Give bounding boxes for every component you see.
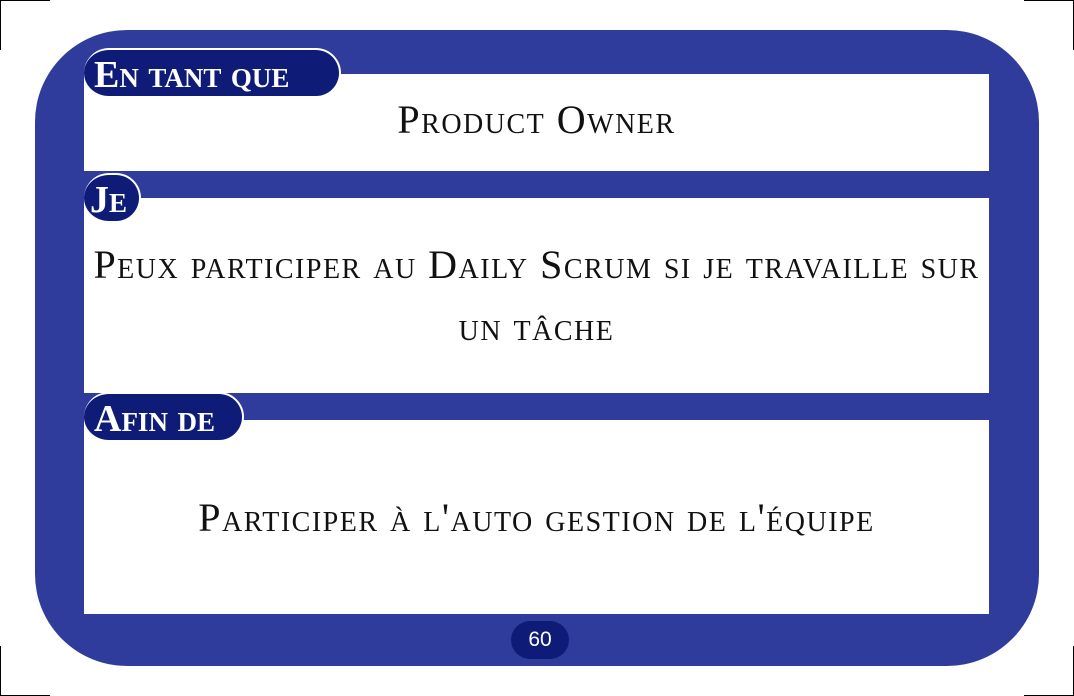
page: Product Owner En tant que Peux participe… — [0, 0, 1074, 696]
crop-mark-top-right-h — [1024, 0, 1074, 1]
i-value-panel: Peux participer au Daily Scrum si je tra… — [84, 198, 989, 393]
so-value-text: Participer à l'auto gestion de l'équipe — [198, 494, 875, 540]
i-value-text: Peux participer au Daily Scrum si je tra… — [93, 241, 980, 349]
so-value-panel: Participer à l'auto gestion de l'équipe — [84, 420, 989, 614]
as-value-text: Product Owner — [397, 97, 676, 142]
so-label-tag: Afin de — [84, 392, 244, 442]
i-label-tag: Je — [84, 173, 141, 223]
crop-mark-top-left-v — [0, 0, 1, 50]
crop-mark-top-left-h — [0, 0, 50, 1]
crop-mark-bottom-left-v — [0, 646, 1, 696]
as-label-tag: En tant que — [84, 48, 341, 98]
page-number-badge: 60 — [511, 621, 569, 659]
user-story-card: Product Owner En tant que Peux participe… — [35, 30, 1039, 666]
